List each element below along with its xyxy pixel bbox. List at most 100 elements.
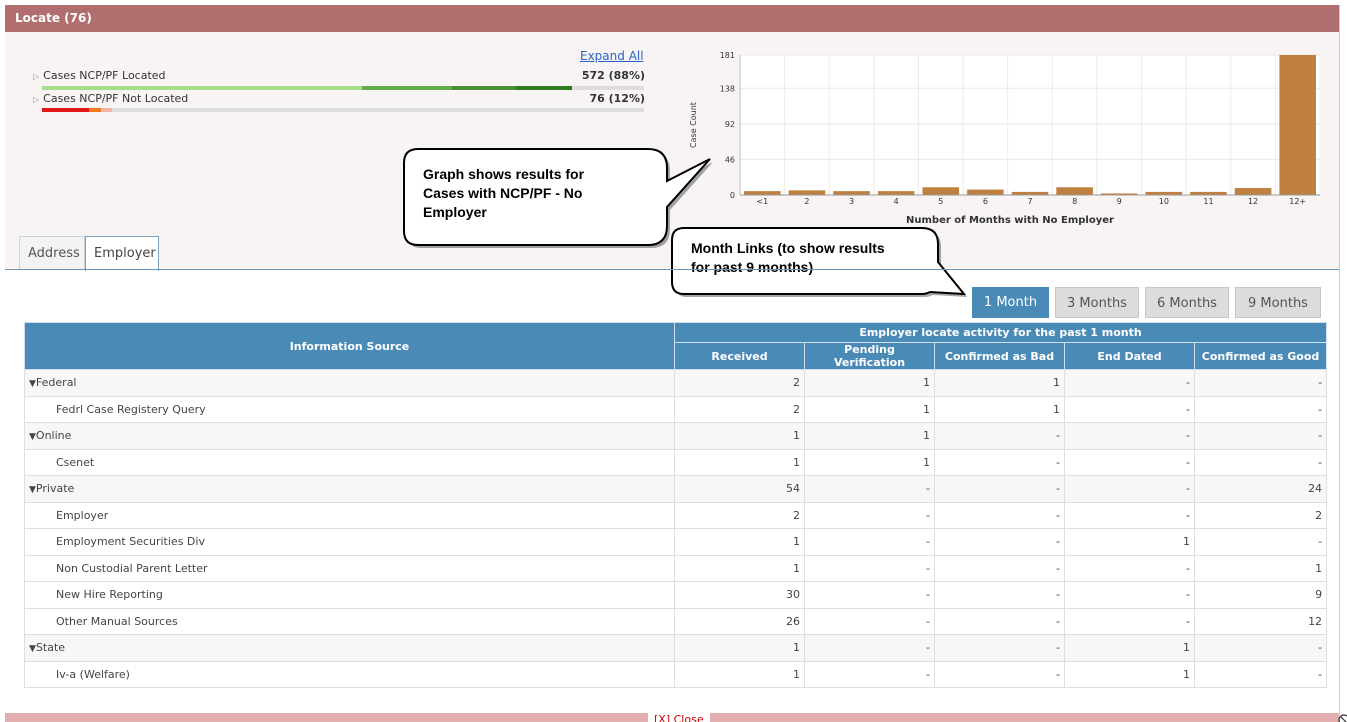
value-cell: -	[1193, 634, 1328, 662]
located-bar-segment	[452, 86, 516, 90]
not-located-row[interactable]: ▷ Cases NCP/PF Not Located 76 (12%)	[33, 92, 645, 105]
source-cell[interactable]: ▼Private	[24, 475, 675, 503]
located-row[interactable]: ▷ Cases NCP/PF Located 572 (88%)	[33, 69, 645, 82]
source-cell[interactable]: ▼State	[24, 634, 675, 662]
tab-employer[interactable]: Employer	[85, 236, 159, 271]
column-header[interactable]: End Dated	[1064, 342, 1195, 370]
source-label: Employment Securities Div	[56, 535, 205, 549]
value-cell: -	[934, 475, 1065, 503]
not-located-bar-segment	[101, 108, 112, 112]
table-row: New Hire Reporting 30- - -9	[24, 581, 1328, 609]
month-links-note-text: Month Links (to show results for past 9 …	[691, 239, 885, 277]
collapse-caret-icon[interactable]: ▼	[29, 379, 36, 389]
table-row: Non Custodial Parent Letter 1- - -1	[24, 554, 1328, 582]
collapse-caret-icon[interactable]: ▼	[29, 644, 36, 654]
close-link[interactable]: [X] Close	[648, 713, 710, 722]
column-header[interactable]: Confirmed as Bad	[934, 342, 1065, 370]
value-cell: -	[804, 501, 935, 529]
table-group-row[interactable]: ▼State 1- -1-	[24, 634, 1328, 662]
value-cell: -	[1193, 528, 1328, 556]
value-cell: 1	[674, 634, 805, 662]
table-row: Fedrl Case Registery Query 2 1 1- -	[24, 395, 1328, 423]
x-tick-label: 10	[1159, 197, 1169, 206]
collapse-caret-icon[interactable]: ▼	[29, 485, 36, 495]
expand-all-link[interactable]: Expand All	[580, 49, 644, 63]
panel-right-border	[1339, 5, 1340, 715]
x-tick-label: 12+	[1289, 197, 1306, 206]
table-group-row[interactable]: ▼Federal 2 1 1- -	[24, 369, 1328, 397]
value-cell: -	[804, 634, 935, 662]
not-located-progress-bar	[42, 108, 644, 112]
value-cell: 54	[674, 475, 805, 503]
source-label: Private	[35, 482, 75, 496]
column-header[interactable]: Pending Verification	[804, 342, 935, 370]
graph-note-line: Cases with NCP/PF - No	[423, 185, 583, 201]
panel-title: Locate (76)	[15, 11, 92, 25]
value-cell: -	[1193, 422, 1328, 450]
source-label: Other Manual Sources	[56, 614, 178, 628]
x-tick-label: 3	[849, 197, 854, 206]
employer-locate-table: Information Source Employer locate activ…	[24, 322, 1328, 688]
month-link-6[interactable]: 6 Months	[1145, 287, 1229, 318]
plot-area	[740, 55, 1320, 195]
table-row: Iv-a (Welfare) 1- -1-	[24, 660, 1328, 688]
source-cell[interactable]: ▼Online	[24, 422, 675, 450]
resize-handle-icon[interactable]	[1337, 713, 1347, 722]
value-cell: -	[1064, 607, 1195, 635]
graph-note-line: Graph shows results for	[423, 166, 585, 182]
value-cell: -	[1193, 395, 1328, 423]
month-link-1[interactable]: 1 Month	[972, 287, 1049, 318]
y-axis-title: Case Count	[689, 102, 698, 148]
y-tick-label: 0	[730, 191, 735, 200]
value-cell: -	[804, 475, 935, 503]
column-header[interactable]: Confirmed as Good	[1193, 342, 1328, 370]
table-group-row[interactable]: ▼Private 54- - -24	[24, 475, 1328, 503]
value-cell: -	[934, 581, 1065, 609]
expand-triangle-icon[interactable]: ▷	[33, 95, 39, 104]
located-bar-segment	[362, 86, 452, 90]
source-cell: Iv-a (Welfare)	[24, 660, 675, 688]
value-cell: -	[804, 607, 935, 635]
column-header[interactable]: Received	[674, 342, 805, 370]
value-cell: 1	[1064, 660, 1195, 688]
x-tick-label: 5	[938, 197, 943, 206]
table-group-row[interactable]: ▼Online 1 1- - -	[24, 422, 1328, 450]
value-cell: -	[1193, 369, 1328, 397]
value-cell: 9	[1193, 581, 1328, 609]
source-cell: Employer	[24, 501, 675, 529]
value-cell: -	[804, 554, 935, 582]
value-cell: 26	[674, 607, 805, 635]
value-cell: 1	[674, 448, 805, 476]
y-tick-label: 138	[720, 84, 735, 93]
value-cell: -	[934, 607, 1065, 635]
chart-bar	[877, 191, 915, 195]
value-cell: 1	[674, 422, 805, 450]
value-cell: -	[1193, 448, 1328, 476]
x-tick-label: 11	[1203, 197, 1213, 206]
not-located-value: 76 (12%)	[589, 92, 645, 105]
source-cell[interactable]: ▼Federal	[24, 369, 675, 397]
located-value: 572 (88%)	[581, 69, 645, 82]
source-cell: Fedrl Case Registery Query	[24, 395, 675, 423]
value-cell: 1	[934, 395, 1065, 423]
value-cell: -	[1064, 369, 1195, 397]
source-label: Employer	[56, 508, 109, 522]
source-label: Federal	[35, 376, 77, 390]
expand-triangle-icon[interactable]: ▷	[33, 72, 39, 81]
source-cell: Employment Securities Div	[24, 528, 675, 556]
source-label: New Hire Reporting	[56, 588, 163, 602]
not-located-bar-segment	[89, 108, 101, 112]
value-cell: -	[934, 528, 1065, 556]
value-cell: 1	[804, 395, 935, 423]
tab-address[interactable]: Address	[19, 236, 85, 270]
collapse-caret-icon[interactable]: ▼	[29, 432, 36, 442]
month-link-3[interactable]: 3 Months	[1055, 287, 1139, 318]
value-cell: -	[934, 422, 1065, 450]
source-cell: Csenet	[24, 448, 675, 476]
value-cell: 1	[1064, 528, 1195, 556]
chart-bar	[1234, 188, 1272, 195]
table-row: Other Manual Sources 26- - -12	[24, 607, 1328, 635]
months-no-employer-bar-chart: 04692138181<1 2 3 4 5 6 7 8 9 10 11 12 12+Number of …	[689, 51, 1321, 226]
month-link-9[interactable]: 9 Months	[1235, 287, 1321, 318]
value-cell: 2	[674, 395, 805, 423]
